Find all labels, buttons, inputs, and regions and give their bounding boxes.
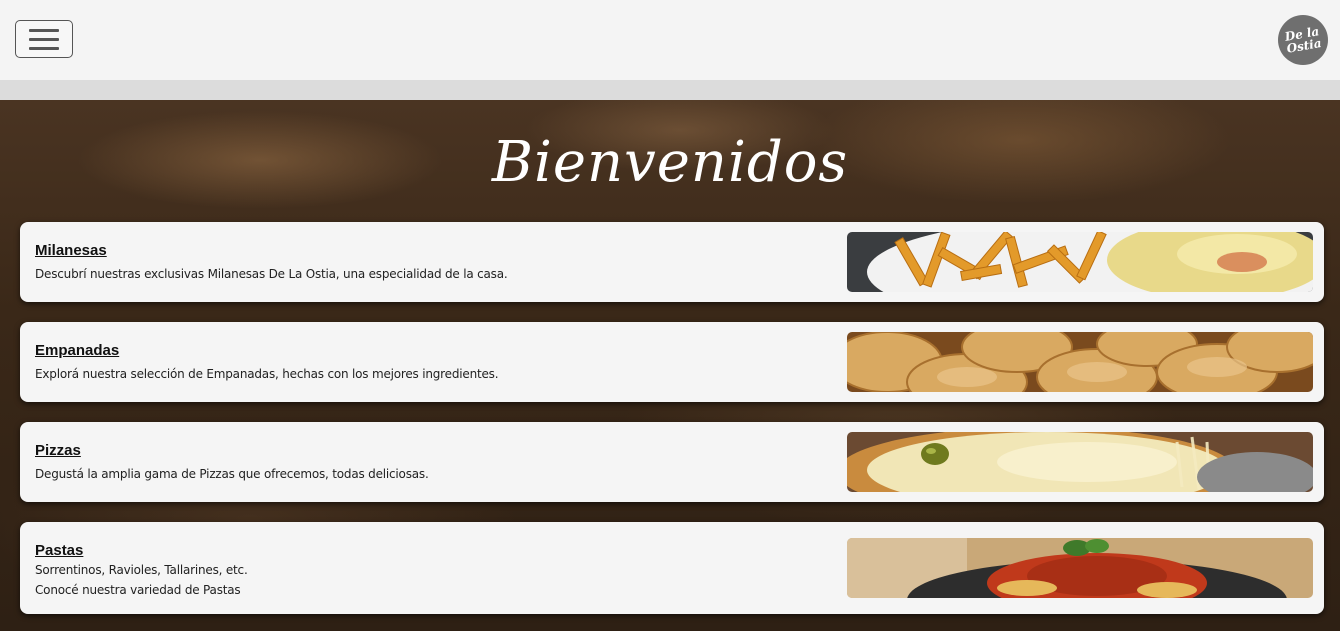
logo-text: De la Ostia	[1283, 24, 1323, 56]
hero-section: Bienvenidos Milanesas Descubrí nuestras …	[0, 100, 1340, 631]
milanesa-photo[interactable]	[847, 232, 1313, 292]
category-description-line-2: Conocé nuestra variedad de Pastas	[35, 583, 241, 597]
category-description: Degustá la amplia gama de Pizzas que ofr…	[35, 467, 429, 481]
category-description: Descubrí nuestras exclusivas Milanesas D…	[35, 267, 508, 281]
category-card-pastas[interactable]: Pastas Sorrentinos, Ravioles, Tallarines…	[20, 522, 1324, 614]
pasta-photo[interactable]	[847, 538, 1313, 598]
empanadas-photo[interactable]	[847, 332, 1313, 392]
top-header: De la Ostia	[0, 0, 1340, 80]
pizza-photo[interactable]	[847, 432, 1313, 492]
hamburger-menu-icon	[29, 28, 59, 32]
category-card-empanadas[interactable]: Empanadas Explorá nuestra selección de E…	[20, 322, 1324, 402]
header-divider	[0, 80, 1340, 100]
page-title: Bienvenidos	[491, 130, 849, 195]
category-title[interactable]: Milanesas	[35, 242, 107, 259]
category-title[interactable]: Empanadas	[35, 342, 119, 359]
category-card-pizzas[interactable]: Pizzas Degustá la amplia gama de Pizzas …	[20, 422, 1324, 502]
category-description: Explorá nuestra selección de Empanadas, …	[35, 367, 499, 381]
brand-logo[interactable]: De la Ostia	[1278, 15, 1328, 65]
category-title[interactable]: Pastas	[35, 542, 83, 559]
category-description-line-1: Sorrentinos, Ravioles, Tallarines, etc.	[35, 563, 248, 577]
category-title[interactable]: Pizzas	[35, 442, 81, 459]
hamburger-menu-button[interactable]	[15, 20, 73, 58]
category-card-milanesas[interactable]: Milanesas Descubrí nuestras exclusivas M…	[20, 222, 1324, 302]
